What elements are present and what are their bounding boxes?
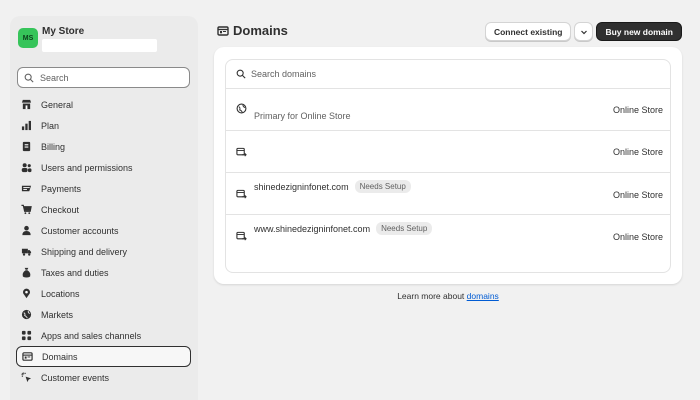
sidebar-item-label: Plan xyxy=(41,120,60,131)
domain-name: www.shinedezigninfonet.com xyxy=(254,223,371,234)
sidebar-item-label: Apps and sales channels xyxy=(41,330,142,341)
billing-receipt-icon xyxy=(22,141,31,152)
store-icon xyxy=(21,99,32,110)
sidebar-item-label: Markets xyxy=(41,309,74,320)
settings-sidebar: MS My Store Search General Plan Billing … xyxy=(10,16,198,400)
sidebar-item-label: Checkout xyxy=(41,204,80,215)
store-name: My Store xyxy=(42,26,85,37)
sidebar-item-label: Domains xyxy=(42,351,78,362)
location-pin-icon xyxy=(23,288,30,299)
redirect-icon xyxy=(236,231,247,241)
domains-card: Search domains Primary for Online Store … xyxy=(214,47,682,284)
domain-icon xyxy=(22,352,33,361)
domain-channel: Online Store xyxy=(612,105,663,115)
sidebar-item-label: Customer events xyxy=(41,372,110,383)
sidebar-item-locations[interactable]: Locations xyxy=(16,283,191,304)
sidebar-item-taxes[interactable]: Taxes and duties xyxy=(16,262,191,283)
plan-chart-icon xyxy=(21,120,31,131)
sidebar-item-customer-accounts[interactable]: Customer accounts xyxy=(16,220,191,241)
search-icon xyxy=(236,69,246,79)
status-badge: Needs Setup xyxy=(354,180,411,193)
domain-channel: Online Store xyxy=(612,147,663,157)
domains-search-placeholder: Search domains xyxy=(251,69,317,79)
redirect-icon xyxy=(236,189,247,199)
page-title: Domains xyxy=(233,23,288,38)
domains-search-input[interactable]: Search domains xyxy=(226,60,670,89)
settings-nav: General Plan Billing Users and permissio… xyxy=(16,94,191,388)
sidebar-item-label: Billing xyxy=(41,141,66,152)
sidebar-item-label: Locations xyxy=(41,288,80,299)
learn-more-footer: Learn more about domains xyxy=(214,291,682,301)
sidebar-item-plan[interactable]: Plan xyxy=(16,115,191,136)
sidebar-item-label: General xyxy=(41,99,74,110)
store-avatar: MS xyxy=(18,28,38,48)
sidebar-item-label: Payments xyxy=(41,183,82,194)
sidebar-search-input[interactable]: Search xyxy=(17,67,190,88)
domain-icon xyxy=(217,25,229,36)
sidebar-item-label: Users and permissions xyxy=(41,162,133,173)
domain-name: shinedezigninfonet.com xyxy=(254,181,349,192)
sidebar-item-shipping[interactable]: Shipping and delivery xyxy=(16,241,191,262)
domain-channel: Online Store xyxy=(612,232,663,242)
sidebar-item-billing[interactable]: Billing xyxy=(16,136,191,157)
page-title-row: Domains xyxy=(217,23,288,38)
sparkle-cursor-icon xyxy=(21,372,32,383)
domains-list: Search domains Primary for Online Store … xyxy=(225,59,671,273)
money-bag-icon xyxy=(22,267,31,278)
users-icon xyxy=(21,163,32,173)
domain-channel: Online Store xyxy=(612,190,663,200)
sidebar-item-markets[interactable]: Markets xyxy=(16,304,191,325)
truck-icon xyxy=(21,248,32,256)
domain-row[interactable]: Primary for Online Store Online Store xyxy=(226,89,670,131)
sidebar-item-general[interactable]: General xyxy=(16,94,191,115)
chevron-down-icon xyxy=(581,30,587,34)
store-subtitle-field xyxy=(42,39,157,52)
learn-more-text: Learn more about xyxy=(397,291,465,301)
cart-icon xyxy=(21,204,32,215)
sidebar-item-label: Customer accounts xyxy=(41,225,119,236)
sidebar-item-customer-events[interactable]: Customer events xyxy=(16,367,191,388)
buy-new-domain-button[interactable]: Buy new domain xyxy=(596,22,682,41)
connect-existing-button[interactable]: Connect existing xyxy=(484,22,572,41)
sidebar-item-domains[interactable]: Domains xyxy=(16,346,191,367)
domain-row[interactable]: www.shinedezigninfonet.com Needs Setup O… xyxy=(226,215,670,257)
domain-name-wrap: www.shinedezigninfonet.com Needs Setup xyxy=(254,222,433,235)
connect-options-button[interactable] xyxy=(574,22,594,41)
sidebar-item-label: Taxes and duties xyxy=(41,267,109,278)
globe-icon xyxy=(21,309,32,320)
redirect-icon xyxy=(236,147,247,157)
status-badge: Needs Setup xyxy=(376,222,433,235)
header-actions: Connect existing Buy new domain xyxy=(484,22,682,41)
sidebar-item-label: Shipping and delivery xyxy=(41,246,128,257)
store-header[interactable]: MS My Store xyxy=(17,24,191,54)
domain-row[interactable]: shinedezigninfonet.com Needs Setup Onlin… xyxy=(226,173,670,215)
domain-name-wrap: shinedezigninfonet.com Needs Setup xyxy=(254,180,411,193)
domains-help-link[interactable]: domains xyxy=(467,291,499,301)
apps-grid-icon xyxy=(21,330,32,341)
payments-icon xyxy=(21,185,32,192)
sidebar-item-apps[interactable]: Apps and sales channels xyxy=(16,325,191,346)
globe-icon xyxy=(236,103,247,114)
domain-primary-label: Primary for Online Store xyxy=(254,111,351,121)
domain-row[interactable]: Online Store xyxy=(226,131,670,173)
person-icon xyxy=(22,225,31,236)
sidebar-item-payments[interactable]: Payments xyxy=(16,178,191,199)
sidebar-item-checkout[interactable]: Checkout xyxy=(16,199,191,220)
search-icon xyxy=(24,73,34,83)
sidebar-search-placeholder: Search xyxy=(40,72,69,83)
sidebar-item-users[interactable]: Users and permissions xyxy=(16,157,191,178)
